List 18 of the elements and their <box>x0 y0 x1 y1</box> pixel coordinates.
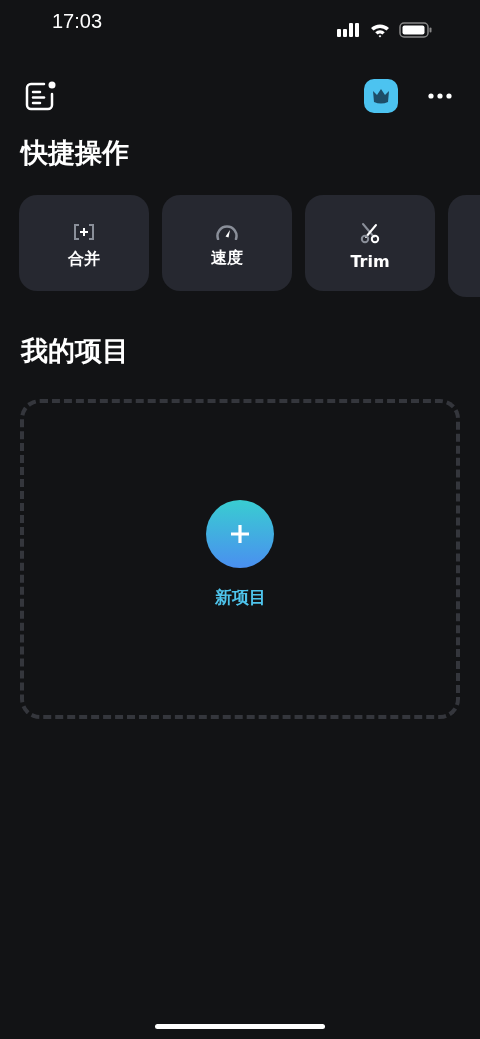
notes-icon[interactable] <box>25 81 57 111</box>
section-title: 快捷操作 <box>19 136 130 170</box>
scissors-icon <box>359 221 381 244</box>
action-card[interactable]: Trim <box>305 195 435 291</box>
section-title: 我的项目 <box>19 334 130 368</box>
crown-icon[interactable] <box>364 79 398 113</box>
merge-icon <box>73 222 95 241</box>
action-card[interactable]: 合并 <box>19 195 149 291</box>
wifi-icon <box>370 22 390 38</box>
new-project-area[interactable]: 新项目 <box>20 399 460 719</box>
gauge-icon <box>215 223 239 240</box>
battery-icon <box>399 22 432 38</box>
signal-icon <box>337 23 361 37</box>
new-project-label[interactable]: 新项目 <box>214 585 266 609</box>
more-icon[interactable] <box>428 93 452 99</box>
plus-icon <box>230 523 250 544</box>
status-time: 17:03 <box>52 10 103 34</box>
action-card[interactable]: 速度 <box>162 195 292 291</box>
